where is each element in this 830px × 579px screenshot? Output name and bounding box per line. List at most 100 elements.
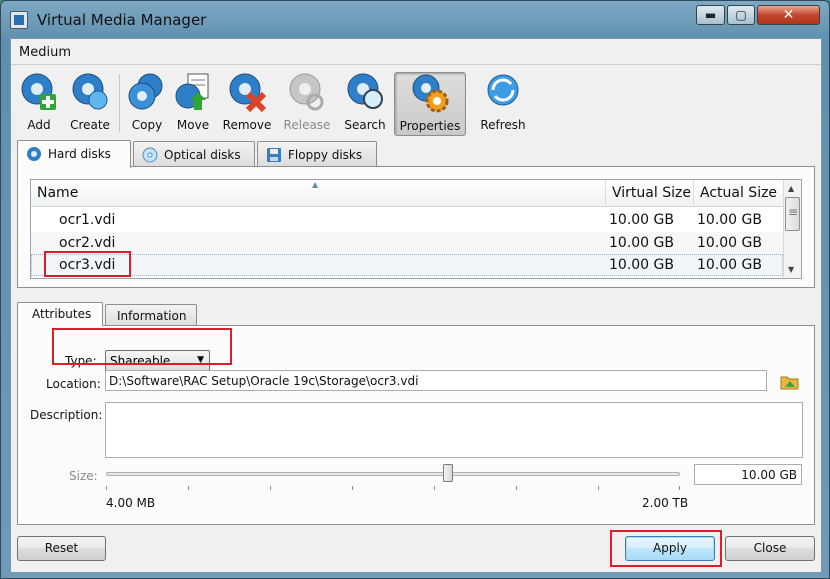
chevron-down-icon: ▼ (197, 355, 204, 365)
slider-tick (516, 486, 517, 490)
row-virtual-size: 10.00 GB (609, 257, 674, 273)
tab-information-label: Information (117, 309, 187, 323)
table-row-selected[interactable]: ocr3.vdi 10.00 GB 10.00 GB (31, 254, 783, 276)
media-list-panel: Name ▲ Virtual Size Actual Size ocr1.vdi… (17, 166, 815, 288)
column-header-virtual-size[interactable]: Virtual Size (606, 180, 694, 207)
size-input[interactable]: 10.00 GB (694, 464, 802, 485)
close-window-button[interactable]: ✕ (757, 5, 820, 25)
reset-button[interactable]: Reset (17, 536, 106, 561)
type-select[interactable]: Shareable ▼ (105, 350, 210, 371)
apply-button[interactable]: Apply (625, 536, 715, 561)
hard-disk-icon (27, 147, 41, 161)
scroll-up-arrow-icon[interactable]: ▲ (788, 184, 794, 193)
release-button-label: Release (283, 118, 331, 132)
description-label: Description: (30, 408, 103, 422)
create-disk-icon (72, 73, 108, 110)
description-field[interactable] (105, 402, 803, 458)
tab-attributes[interactable]: Attributes (17, 302, 103, 326)
location-label: Location: (46, 377, 101, 391)
release-disk-icon (289, 73, 324, 111)
row-actual-size: 10.00 GB (697, 212, 762, 228)
tab-hard-disks-label: Hard disks (48, 147, 111, 161)
table-row[interactable]: ocr2.vdi 10.00 GB 10.00 GB (31, 232, 783, 254)
window-title: Virtual Media Manager (37, 11, 207, 29)
remove-button[interactable]: Remove (219, 72, 275, 136)
title-bar[interactable]: Virtual Media Manager ▬ ▢ ✕ (1, 1, 829, 37)
optical-disk-icon (142, 147, 158, 163)
table-scrollbar[interactable]: ▲ ▼ (783, 180, 801, 278)
slider-tick (352, 486, 353, 490)
size-max-label: 2.00 TB (642, 496, 689, 510)
close-button[interactable]: Close (725, 536, 815, 561)
slider-tick (598, 486, 599, 490)
client-area: Medium Add Create Copy Move Remove Relea… (10, 38, 822, 573)
add-button-label: Add (27, 118, 51, 132)
scroll-down-arrow-icon[interactable]: ▼ (788, 265, 794, 274)
row-virtual-size: 10.00 GB (609, 212, 674, 228)
release-button[interactable]: Release (279, 72, 335, 136)
add-button[interactable]: Add (15, 72, 63, 136)
location-field[interactable]: D:\Software\RAC Setup\Oracle 19c\Storage… (105, 370, 767, 391)
menu-medium[interactable]: Medium (19, 45, 71, 60)
copy-button[interactable]: Copy (123, 72, 171, 136)
row-actual-size: 10.00 GB (697, 235, 762, 251)
size-slider-thumb[interactable] (443, 464, 453, 482)
slider-tick (679, 486, 680, 490)
search-disk-icon (347, 73, 383, 109)
tab-attributes-label: Attributes (32, 307, 92, 321)
search-button[interactable]: Search (339, 72, 391, 136)
size-min-label: 4.00 MB (106, 496, 156, 510)
add-disk-icon (21, 73, 56, 110)
size-slider-ticks (106, 486, 680, 492)
move-disk-icon (175, 73, 209, 110)
tab-optical-disks-label: Optical disks (164, 148, 241, 162)
refresh-icon (487, 74, 519, 106)
type-label: Type: (65, 354, 97, 368)
remove-disk-icon (229, 73, 266, 112)
media-table: Name ▲ Virtual Size Actual Size ocr1.vdi… (30, 179, 802, 279)
copy-button-label: Copy (131, 118, 163, 132)
toolbar: Add Create Copy Move Remove Release Sear… (11, 66, 821, 139)
properties-button[interactable]: Properties (394, 72, 466, 136)
tab-floppy-disks-label: Floppy disks (288, 148, 363, 162)
tab-optical-disks[interactable]: Optical disks (133, 141, 255, 167)
floppy-disk-icon (267, 148, 281, 162)
size-input-value: 10.00 GB (741, 468, 797, 482)
row-name: ocr3.vdi (59, 257, 116, 273)
refresh-button-label: Refresh (480, 118, 526, 132)
table-row[interactable]: ocr1.vdi 10.00 GB 10.00 GB (31, 209, 783, 231)
toolbar-separator (119, 74, 120, 132)
copy-disk-icon (128, 73, 163, 110)
remove-button-label: Remove (222, 118, 272, 132)
move-button[interactable]: Move (171, 72, 215, 136)
column-header-actual-size[interactable]: Actual Size (694, 180, 783, 207)
menu-bar: Medium (11, 39, 821, 65)
location-field-value: D:\Software\RAC Setup\Oracle 19c\Storage… (109, 374, 419, 388)
tab-information[interactable]: Information (105, 304, 197, 326)
size-label: Size: (69, 469, 98, 483)
slider-tick (188, 486, 189, 490)
folder-open-icon[interactable] (780, 373, 800, 391)
column-header-name[interactable]: Name (31, 180, 606, 207)
scroll-thumb[interactable] (785, 197, 800, 231)
create-button[interactable]: Create (65, 72, 115, 136)
row-name: ocr1.vdi (59, 212, 116, 228)
sort-indicator-icon: ▲ (312, 180, 319, 189)
minimize-button[interactable]: ▬ (696, 5, 725, 25)
virtual-media-manager-window: Virtual Media Manager ▬ ▢ ✕ Medium Add C… (0, 0, 830, 579)
refresh-button[interactable]: Refresh (475, 72, 531, 136)
size-slider-track[interactable] (106, 472, 680, 476)
move-button-label: Move (176, 118, 210, 132)
tab-hard-disks[interactable]: Hard disks (17, 140, 131, 168)
maximize-button[interactable]: ▢ (727, 5, 755, 25)
virtualbox-app-icon (10, 11, 28, 29)
slider-tick (434, 486, 435, 490)
type-select-value: Shareable (110, 354, 171, 368)
row-name: ocr2.vdi (59, 235, 116, 251)
attributes-panel: Type: Shareable ▼ Location: D:\Software\… (17, 325, 815, 525)
tab-floppy-disks[interactable]: Floppy disks (257, 141, 377, 167)
slider-tick (270, 486, 271, 490)
row-virtual-size: 10.00 GB (609, 235, 674, 251)
slider-tick (106, 486, 107, 490)
table-header: Name ▲ Virtual Size Actual Size (31, 180, 783, 207)
